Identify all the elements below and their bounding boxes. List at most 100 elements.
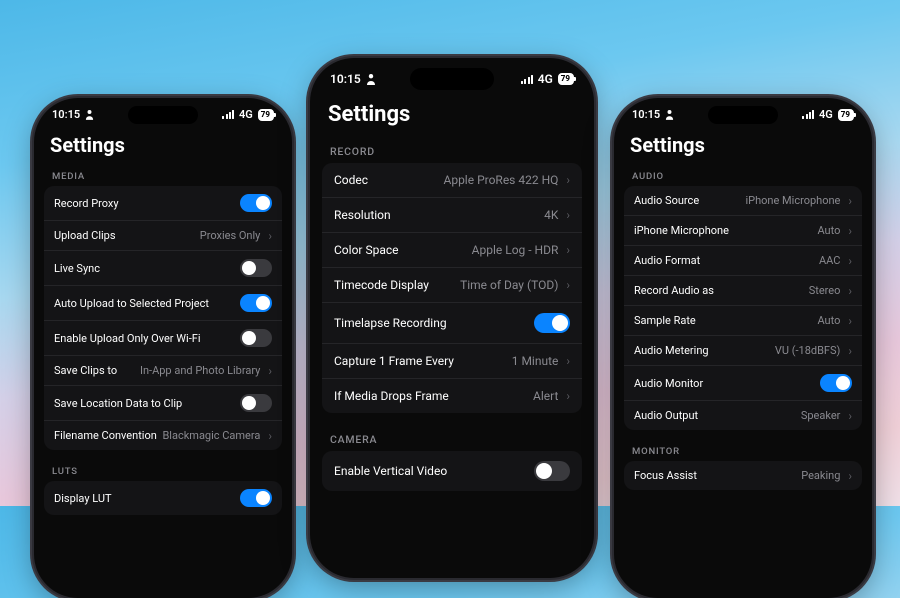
- row-focus-assist[interactable]: Focus Assist Peaking ›: [624, 461, 862, 490]
- chevron-right-icon: ›: [566, 390, 570, 402]
- toggle-record-proxy[interactable]: [240, 194, 272, 212]
- toggle-save-location[interactable]: [240, 394, 272, 412]
- row-iphone-microphone[interactable]: iPhone Microphone Auto ›: [624, 216, 862, 246]
- status-bar: 10:15 4G 79: [34, 98, 292, 125]
- row-label: Capture 1 Frame Every: [334, 354, 512, 368]
- row-value: In-App and Photo Library: [140, 364, 264, 377]
- row-value: Stereo: [809, 284, 845, 297]
- row-value: Blackmagic Camera: [162, 429, 264, 442]
- row-value: Auto: [817, 314, 844, 327]
- signal-icon: [521, 75, 533, 84]
- row-record-proxy[interactable]: Record Proxy: [44, 186, 282, 221]
- network-label: 4G: [538, 72, 553, 86]
- row-filename-convention[interactable]: Filename Convention Blackmagic Camera ›: [44, 421, 282, 450]
- person-icon: [366, 73, 375, 85]
- row-codec[interactable]: Codec Apple ProRes 422 HQ ›: [322, 163, 582, 198]
- phone-media-settings: 10:15 4G 79 Settings MEDIA Record Proxy …: [34, 98, 292, 598]
- chevron-right-icon: ›: [848, 410, 852, 422]
- row-value: Proxies Only: [200, 229, 265, 242]
- row-save-location[interactable]: Save Location Data to Clip: [44, 386, 282, 421]
- phone-audio-settings: 10:15 4G 79 Settings AUDIO Audio Source …: [614, 98, 872, 598]
- row-capture-frame-every[interactable]: Capture 1 Frame Every 1 Minute ›: [322, 344, 582, 379]
- row-value: VU (-18dBFS): [775, 344, 845, 357]
- row-audio-output[interactable]: Audio Output Speaker ›: [624, 401, 862, 430]
- row-label: Enable Vertical Video: [334, 464, 534, 478]
- page-title: Settings: [310, 92, 594, 139]
- row-value: iPhone Microphone: [745, 194, 844, 207]
- chevron-right-icon: ›: [848, 195, 852, 207]
- row-label: Filename Convention: [54, 429, 162, 442]
- toggle-audio-monitor[interactable]: [820, 374, 852, 392]
- row-value: 1 Minute: [512, 354, 563, 368]
- row-label: Audio Source: [634, 194, 745, 207]
- row-enable-vertical-video[interactable]: Enable Vertical Video: [322, 451, 582, 491]
- row-value: AAC: [819, 254, 844, 267]
- row-value: Time of Day (TOD): [460, 278, 562, 292]
- row-live-sync[interactable]: Live Sync: [44, 251, 282, 286]
- row-audio-format[interactable]: Audio Format AAC ›: [624, 246, 862, 276]
- row-display-lut[interactable]: Display LUT: [44, 481, 282, 515]
- status-bar: 10:15 4G 79: [614, 98, 872, 125]
- row-label: Timecode Display: [334, 278, 460, 292]
- chevron-right-icon: ›: [848, 470, 852, 482]
- chevron-right-icon: ›: [848, 345, 852, 357]
- row-media-drops-frame[interactable]: If Media Drops Frame Alert ›: [322, 379, 582, 413]
- section-header-luts: LUTS: [34, 462, 292, 481]
- toggle-live-sync[interactable]: [240, 259, 272, 277]
- row-audio-metering[interactable]: Audio Metering VU (-18dBFS) ›: [624, 336, 862, 366]
- person-icon: [665, 109, 674, 120]
- row-label: Audio Monitor: [634, 377, 820, 390]
- section-header-camera: CAMERA: [310, 427, 594, 451]
- chevron-right-icon: ›: [848, 285, 852, 297]
- row-color-space[interactable]: Color Space Apple Log - HDR ›: [322, 233, 582, 268]
- row-value: Peaking: [801, 469, 844, 482]
- settings-group-record: Codec Apple ProRes 422 HQ › Resolution 4…: [322, 163, 582, 413]
- row-value: Alert: [533, 389, 562, 403]
- settings-group-camera: Enable Vertical Video: [322, 451, 582, 491]
- row-label: Resolution: [334, 208, 544, 222]
- row-label: Sample Rate: [634, 314, 817, 327]
- toggle-wifi-only[interactable]: [240, 329, 272, 347]
- battery-icon: 79: [838, 109, 854, 121]
- section-header-media: MEDIA: [34, 167, 292, 186]
- row-wifi-only[interactable]: Enable Upload Only Over Wi-Fi: [44, 321, 282, 356]
- settings-group-audio: Audio Source iPhone Microphone › iPhone …: [624, 186, 862, 430]
- row-label: Audio Format: [634, 254, 819, 267]
- row-label: Record Proxy: [54, 197, 240, 210]
- signal-icon: [222, 110, 234, 119]
- row-timelapse-recording[interactable]: Timelapse Recording: [322, 303, 582, 344]
- row-upload-clips[interactable]: Upload Clips Proxies Only ›: [44, 221, 282, 251]
- row-value: Auto: [817, 224, 844, 237]
- chevron-right-icon: ›: [848, 225, 852, 237]
- row-label: Record Audio as: [634, 284, 809, 297]
- chevron-right-icon: ›: [268, 430, 272, 442]
- row-audio-monitor[interactable]: Audio Monitor: [624, 366, 862, 401]
- settings-group-monitor: Focus Assist Peaking ›: [624, 461, 862, 490]
- section-header-monitor: MONITOR: [614, 442, 872, 461]
- row-value: Apple ProRes 422 HQ: [444, 173, 563, 187]
- chevron-right-icon: ›: [566, 355, 570, 367]
- chevron-right-icon: ›: [848, 315, 852, 327]
- row-save-clips-to[interactable]: Save Clips to In-App and Photo Library ›: [44, 356, 282, 386]
- row-label: Auto Upload to Selected Project: [54, 297, 240, 310]
- chevron-right-icon: ›: [566, 279, 570, 291]
- chevron-right-icon: ›: [848, 255, 852, 267]
- row-sample-rate[interactable]: Sample Rate Auto ›: [624, 306, 862, 336]
- row-timecode-display[interactable]: Timecode Display Time of Day (TOD) ›: [322, 268, 582, 303]
- row-resolution[interactable]: Resolution 4K ›: [322, 198, 582, 233]
- row-audio-source[interactable]: Audio Source iPhone Microphone ›: [624, 186, 862, 216]
- row-auto-upload[interactable]: Auto Upload to Selected Project: [44, 286, 282, 321]
- toggle-display-lut[interactable]: [240, 489, 272, 507]
- section-header-audio: AUDIO: [614, 167, 872, 186]
- row-value: 4K: [544, 208, 562, 222]
- row-label: iPhone Microphone: [634, 224, 817, 237]
- toggle-auto-upload[interactable]: [240, 294, 272, 312]
- row-label: Color Space: [334, 243, 472, 257]
- chevron-right-icon: ›: [566, 244, 570, 256]
- row-label: Timelapse Recording: [334, 316, 534, 330]
- network-label: 4G: [239, 108, 253, 121]
- toggle-vertical-video[interactable]: [534, 461, 570, 481]
- row-label: If Media Drops Frame: [334, 389, 533, 403]
- row-record-audio-as[interactable]: Record Audio as Stereo ›: [624, 276, 862, 306]
- toggle-timelapse[interactable]: [534, 313, 570, 333]
